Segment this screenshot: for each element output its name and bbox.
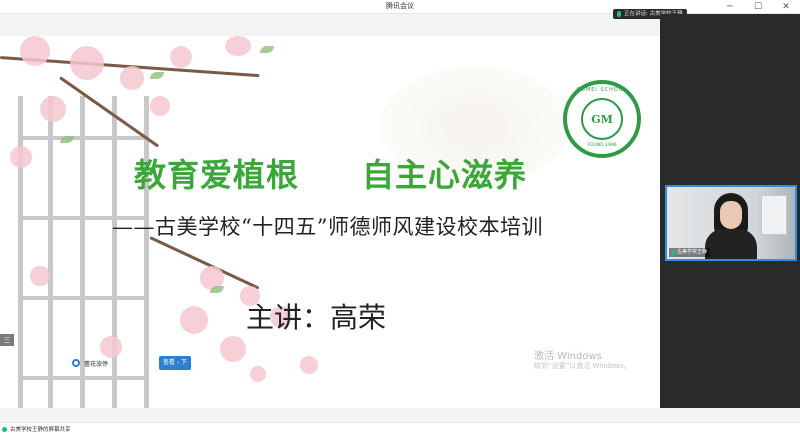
participant-video-tile[interactable]: 古美学校王静: [665, 185, 797, 261]
school-logo: GUMEI SCHOOL GM FOUND 1996: [563, 80, 641, 158]
participant-face: [720, 201, 742, 229]
logo-center-text: GM: [591, 112, 613, 126]
leaf-decoration: [150, 72, 164, 79]
share-status-text: 古美学校王静的屏幕共享: [10, 427, 71, 433]
side-menu-button[interactable]: 三: [0, 334, 14, 346]
activate-windows-subtitle: 转到“设置”以激活 Windows。: [534, 362, 631, 370]
meeting-window: 腾讯会议 ─ ☐ ✕ 正在讲话: 古美学校王静 GUMEI SCHOOL GM …: [0, 0, 800, 434]
blossom-decoration: [40, 96, 66, 122]
blossom-decoration: [170, 46, 192, 68]
status-bar: 古美学校王静的屏幕共享: [0, 422, 800, 434]
blossom-decoration: [250, 366, 266, 382]
blossom-decoration: [180, 306, 208, 334]
video-window: [761, 195, 787, 235]
blossom-decoration: [10, 146, 32, 168]
blossom-decoration: [20, 36, 50, 66]
slide-subtitle: ——古美学校“十四五”师德师风建设校本培训: [112, 215, 543, 239]
slide-view-button[interactable]: 查看 - 下: [159, 356, 191, 370]
participant-name-tag: 古美学校王静: [669, 248, 711, 257]
blossom-decoration: [30, 266, 50, 286]
maximize-button[interactable]: ☐: [744, 0, 772, 14]
blossom-decoration: [220, 336, 246, 362]
slide-toolbar-label[interactable]: 蕾花旅停: [84, 359, 108, 368]
blossom-decoration: [70, 46, 104, 80]
logo-year: FOUND 1996: [587, 143, 617, 148]
mic-icon: [617, 11, 621, 17]
leaf-decoration: [210, 286, 224, 293]
share-status: 古美学校王静的屏幕共享: [2, 424, 71, 434]
close-button[interactable]: ✕: [772, 0, 800, 14]
activate-windows-title: 激活 Windows: [534, 351, 602, 362]
slide-headline-left: 教育爱植根: [134, 156, 300, 194]
participant-name: 古美学校王静: [677, 249, 708, 255]
blossom-decoration: [100, 336, 122, 358]
browser-icon: [72, 359, 80, 367]
blossom-decoration: [225, 36, 251, 56]
sharing-indicator-icon: [2, 426, 7, 432]
participant-body: [705, 229, 757, 259]
leaf-decoration: [260, 46, 274, 53]
minimize-button[interactable]: ─: [716, 0, 744, 14]
blossom-decoration: [120, 66, 144, 90]
blossom-decoration: [300, 356, 318, 374]
slide-toolbar: 蕾花旅停: [72, 356, 108, 370]
logo-ring-text: GUMEI SCHOOL: [576, 87, 628, 93]
slide-headline-right: 自主心滋养: [362, 156, 528, 194]
slide-speaker: 主讲：高荣: [246, 301, 387, 334]
mic-icon: [672, 250, 675, 255]
blossom-decoration: [150, 96, 170, 116]
logo-emblem: GM: [581, 98, 623, 140]
screen-share-area[interactable]: GUMEI SCHOOL GM FOUND 1996 教育爱植根 自主心滋养 —…: [0, 36, 660, 408]
